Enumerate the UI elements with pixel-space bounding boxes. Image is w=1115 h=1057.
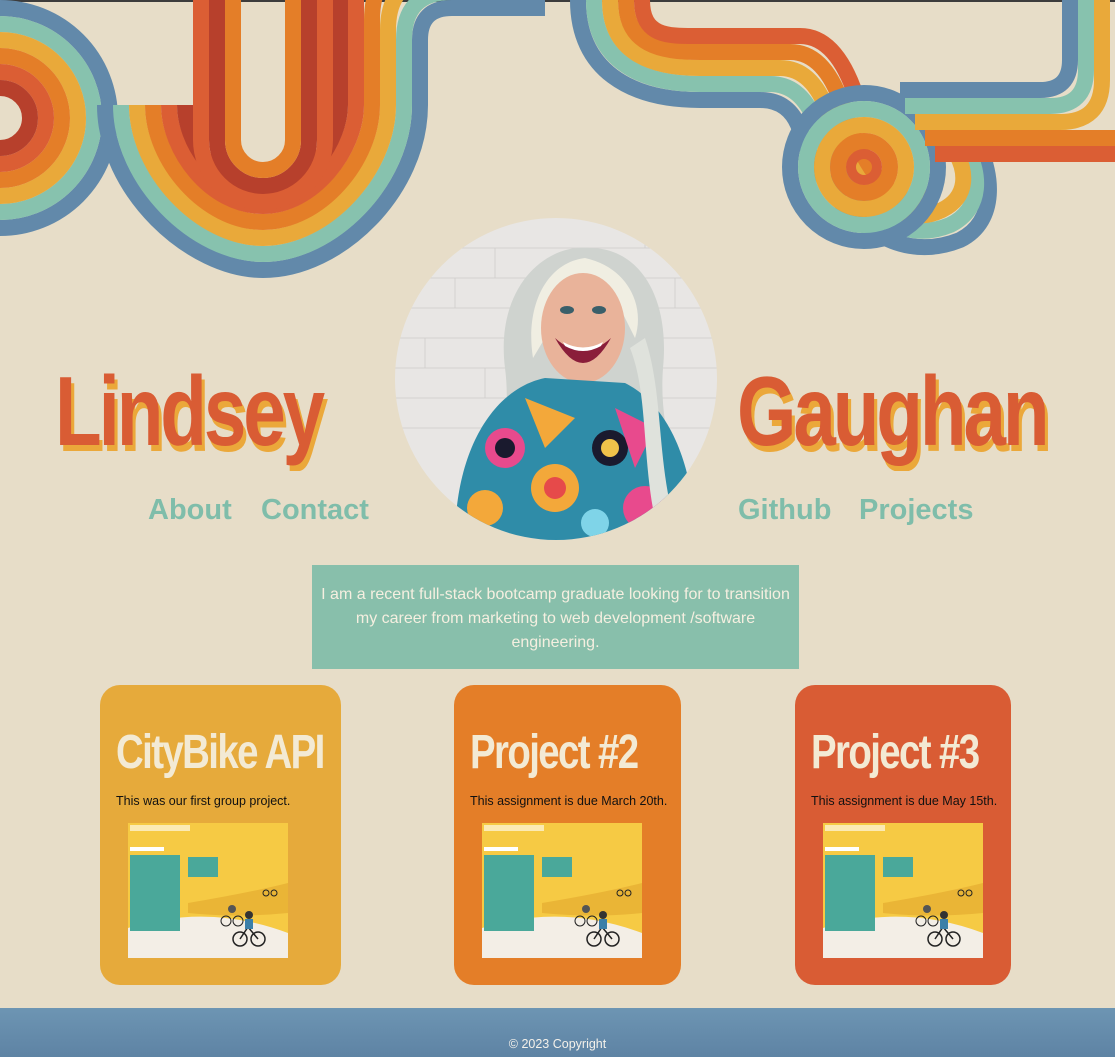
page-footer: © 2023 Copyright	[0, 1008, 1115, 1057]
nav-contact-link[interactable]: Contact	[261, 494, 369, 527]
project-card[interactable]: Project #3 This assignment is due May 15…	[795, 685, 1011, 985]
project-title: CityBike API	[116, 726, 325, 779]
nav-projects-link[interactable]: Projects	[859, 494, 973, 527]
profile-photo	[395, 218, 717, 540]
first-name-heading: Lindsey	[55, 356, 325, 466]
project-description: This assignment is due March 20th.	[470, 794, 668, 808]
copyright-text: © 2023 Copyright	[508, 1037, 607, 1051]
project-thumbnail[interactable]	[482, 823, 642, 958]
project-card[interactable]: Project #2 This assignment is due March …	[454, 685, 681, 985]
nav-github-link[interactable]: Github	[738, 494, 831, 527]
project-title: Project #2	[470, 726, 639, 779]
project-description: This assignment is due May 15th.	[811, 794, 998, 808]
bio-box: I am a recent full-stack bootcamp gradua…	[312, 565, 799, 669]
last-name-heading: Gaughan	[737, 356, 1050, 466]
project-card[interactable]: CityBike API This was our first group pr…	[100, 685, 341, 985]
project-title: Project #3	[811, 726, 980, 779]
project-description: This was our first group project.	[116, 794, 291, 808]
project-thumbnail[interactable]	[823, 823, 983, 958]
project-thumbnail[interactable]	[128, 823, 288, 958]
nav-about-link[interactable]: About	[148, 494, 232, 527]
